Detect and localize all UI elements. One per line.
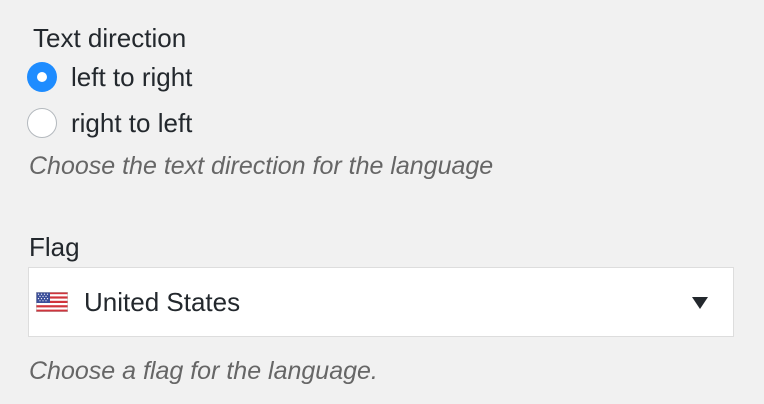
radio-left-to-right-checked[interactable] bbox=[27, 62, 57, 92]
radio-option-left-to-right[interactable]: left to right bbox=[27, 59, 192, 95]
flag-label: Flag bbox=[29, 232, 80, 262]
flag-select[interactable]: United States bbox=[28, 267, 734, 337]
radio-option-right-to-left[interactable]: right to left bbox=[27, 105, 192, 141]
text-direction-label: Text direction bbox=[33, 23, 187, 53]
text-direction-help: Choose the text direction for the langua… bbox=[29, 152, 494, 180]
radio-label-left-to-right[interactable]: left to right bbox=[71, 61, 192, 93]
radio-label-right-to-left[interactable]: right to left bbox=[71, 107, 192, 139]
us-flag-icon bbox=[36, 292, 68, 312]
dropdown-caret-icon[interactable] bbox=[692, 297, 708, 309]
flag-select-value: United States bbox=[84, 287, 241, 317]
flag-help: Choose a flag for the language. bbox=[29, 357, 378, 385]
radio-right-to-left-unchecked[interactable] bbox=[27, 108, 57, 138]
